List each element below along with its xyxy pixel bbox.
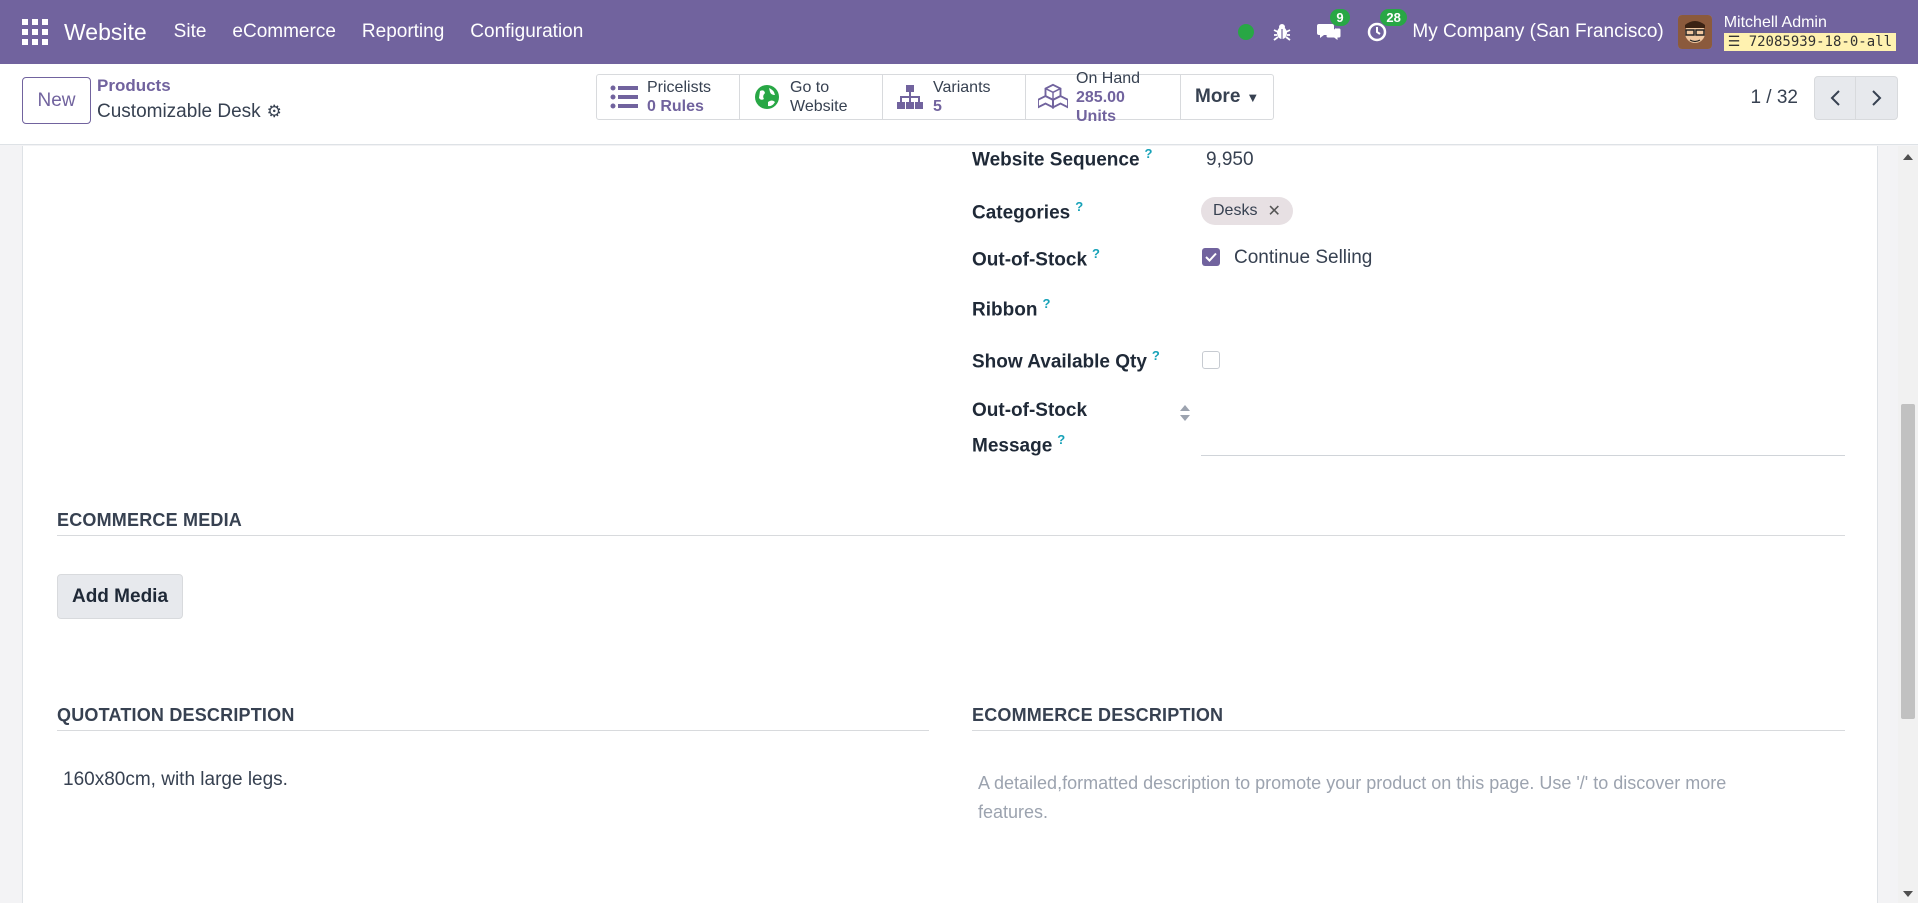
list-icon	[609, 82, 639, 112]
scrollbar[interactable]	[1898, 146, 1918, 903]
help-icon[interactable]: ?	[1145, 146, 1153, 161]
presence-status-icon	[1238, 24, 1255, 40]
ecommerce-media-title: ECOMMERCE MEDIA	[57, 510, 243, 530]
ecommerce-description-title: ECOMMERCE DESCRIPTION	[972, 705, 1224, 725]
categories-label-text: Categories	[972, 202, 1071, 224]
help-icon[interactable]: ?	[1152, 348, 1160, 363]
on-hand-label: On Hand	[1076, 69, 1141, 87]
more-label: More	[1195, 86, 1241, 107]
help-icon[interactable]: ?	[1092, 246, 1100, 261]
scroll-down-arrow-icon[interactable]	[1903, 891, 1913, 897]
pricelists-button[interactable]: Pricelists 0 Rules	[597, 75, 740, 119]
section-divider	[57, 730, 929, 731]
app-brand[interactable]: Website	[64, 19, 147, 46]
ribbon-label-text: Ribbon	[972, 299, 1038, 321]
menu-site[interactable]: Site	[174, 21, 207, 43]
gear-icon[interactable]: ⚙	[267, 102, 282, 122]
section-divider	[972, 730, 1845, 731]
form-sheet: Website Sequence? 9,950 Categories? Desk…	[22, 146, 1878, 903]
cubes-icon	[1038, 82, 1068, 112]
show-available-qty-label-text: Show Available Qty	[972, 351, 1147, 373]
go-to-website-button[interactable]: Go to Website	[740, 75, 883, 119]
translate-sort-icon[interactable]	[1179, 404, 1191, 427]
continue-selling-label[interactable]: Continue Selling	[1234, 247, 1372, 269]
new-button[interactable]: New	[22, 77, 91, 124]
scroll-thumb[interactable]	[1901, 404, 1915, 719]
website-sequence-label: Website Sequence?	[972, 146, 1153, 171]
more-button[interactable]: More ▼	[1181, 75, 1273, 119]
continue-selling-checkbox[interactable]	[1202, 248, 1220, 266]
out-of-stock-message-input[interactable]	[1201, 455, 1845, 456]
remove-tag-icon[interactable]: ✕	[1267, 201, 1280, 221]
control-panel: New Products Customizable Desk ⚙ Priceli…	[0, 64, 1918, 145]
section-divider	[57, 535, 1845, 536]
ribbon-label: Ribbon?	[972, 296, 1050, 321]
ecommerce-description-editor[interactable]: A detailed,formatted description to prom…	[978, 769, 1778, 827]
out-of-stock-label: Out-of-Stock?	[972, 246, 1100, 271]
company-switcher[interactable]: My Company (San Francisco)	[1412, 21, 1663, 43]
variants-button[interactable]: Variants 5	[883, 75, 1026, 119]
scroll-up-arrow-icon[interactable]	[1903, 154, 1913, 160]
caret-down-icon: ▼	[1246, 89, 1260, 105]
pager-previous-button[interactable]	[1814, 76, 1856, 120]
menu-ecommerce[interactable]: eCommerce	[232, 21, 335, 43]
variants-value: 5	[933, 98, 942, 115]
website-sequence-label-text: Website Sequence	[972, 149, 1140, 171]
show-available-qty-label: Show Available Qty?	[972, 348, 1160, 373]
pager-next-button[interactable]	[1856, 76, 1898, 120]
category-tag-label: Desks	[1213, 202, 1258, 219]
on-hand-button[interactable]: On Hand 285.00 Units	[1026, 70, 1181, 125]
chevron-left-icon	[1830, 90, 1840, 106]
apps-grid-icon[interactable]	[22, 19, 48, 45]
breadcrumb-current: Customizable Desk ⚙	[97, 101, 282, 123]
chat-icon[interactable]: 9	[1316, 9, 1350, 47]
help-icon[interactable]: ?	[1075, 199, 1083, 214]
out-of-stock-label-text: Out-of-Stock	[972, 249, 1088, 271]
activity-clock-icon[interactable]: 28	[1366, 9, 1407, 47]
breadcrumb-products[interactable]: Products	[97, 76, 171, 96]
show-available-qty-checkbox[interactable]	[1202, 351, 1220, 369]
menu-configuration[interactable]: Configuration	[470, 21, 583, 43]
activity-count-badge: 28	[1380, 9, 1407, 26]
pricelists-label: Pricelists	[647, 79, 712, 96]
pager-value[interactable]: 1 / 32	[1750, 87, 1798, 109]
debug-bug-icon[interactable]	[1272, 17, 1292, 47]
website-label: Website	[790, 98, 848, 115]
category-tag[interactable]: Desks ✕	[1201, 197, 1293, 225]
smart-buttons: Pricelists 0 Rules Go to Website Variant…	[596, 70, 1275, 125]
sitemap-icon	[895, 82, 925, 112]
database-icon: ☰	[1727, 33, 1749, 50]
out-of-stock-message-label: Out-of-Stock Message?	[972, 396, 1087, 460]
help-icon[interactable]: ?	[1042, 296, 1050, 311]
user-name: Mitchell Admin	[1723, 13, 1827, 31]
globe-icon	[752, 82, 782, 112]
navbar-systray: 9 28 My Company (San Francisco) Mitchell…	[1238, 0, 1896, 64]
chevron-right-icon	[1871, 90, 1881, 106]
pricelists-value: 0 Rules	[647, 98, 704, 115]
go-to-label: Go to	[790, 79, 830, 96]
user-avatar[interactable]	[1677, 15, 1712, 49]
categories-label: Categories?	[972, 199, 1083, 224]
user-menu[interactable]: Mitchell Admin ☰ 72085939-18-0-all	[1723, 13, 1896, 51]
checkmark-icon	[1205, 252, 1217, 262]
database-name: ☰ 72085939-18-0-all	[1723, 32, 1896, 51]
breadcrumb-current-label: Customizable Desk	[97, 101, 261, 122]
out-of-stock-message-label-line2: Message	[972, 435, 1053, 457]
quotation-description-title: QUOTATION DESCRIPTION	[57, 705, 295, 725]
quotation-description-text[interactable]: 160x80cm, with large legs.	[63, 769, 288, 791]
variants-label: Variants	[933, 79, 991, 96]
chat-count-badge: 9	[1330, 9, 1350, 26]
help-icon[interactable]: ?	[1057, 432, 1065, 447]
website-sequence-input[interactable]: 9,950	[1206, 149, 1254, 171]
pager: 1 / 32	[1750, 76, 1898, 120]
menu-reporting[interactable]: Reporting	[362, 21, 444, 43]
on-hand-value: 285.00 Units	[1076, 88, 1125, 125]
add-media-button[interactable]: Add Media	[57, 574, 183, 619]
database-name-text: 72085939-18-0-all	[1748, 33, 1892, 50]
out-of-stock-message-label-line1: Out-of-Stock	[972, 400, 1088, 421]
top-navbar: Website Site eCommerce Reporting Configu…	[0, 0, 1918, 64]
